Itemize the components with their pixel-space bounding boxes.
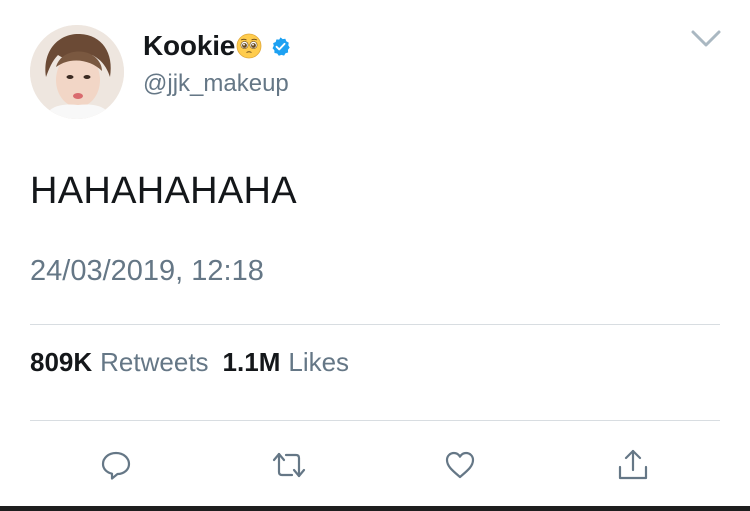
likes-count: 1.1M	[222, 347, 281, 377]
like-icon	[443, 448, 477, 482]
tweet-stats: 809K Retweets 1.1M Likes	[30, 347, 349, 378]
chevron-down-icon[interactable]	[690, 28, 722, 50]
share-button[interactable]	[608, 440, 658, 490]
retweets-stat[interactable]: 809K Retweets	[30, 347, 209, 378]
tweet-actions-bar	[0, 440, 750, 490]
retweets-label: Retweets	[100, 347, 209, 377]
retweets-count: 809K	[30, 347, 93, 377]
bottom-border	[0, 506, 750, 511]
likes-label: Likes	[288, 347, 350, 377]
divider	[30, 420, 720, 421]
reply-button[interactable]	[91, 440, 141, 490]
like-button[interactable]	[435, 440, 485, 490]
retweet-button[interactable]	[264, 440, 314, 490]
display-name-row[interactable]: Kookie	[143, 28, 291, 64]
divider	[30, 324, 720, 325]
display-name[interactable]: Kookie	[143, 30, 235, 62]
user-handle[interactable]: @jjk_makeup	[143, 70, 289, 98]
avatar-photo	[30, 25, 124, 119]
share-icon	[616, 447, 650, 483]
verified-badge-icon	[270, 36, 291, 57]
tweet-timestamp[interactable]: 24/03/2019, 12:18	[30, 255, 264, 288]
retweet-icon	[269, 448, 309, 482]
reply-icon	[99, 448, 133, 482]
tweet-text: HAHAHAHAHA	[30, 170, 297, 212]
pleading-face-emoji-icon	[236, 33, 262, 59]
avatar[interactable]	[30, 25, 124, 119]
likes-stat[interactable]: 1.1M Likes	[223, 347, 350, 378]
